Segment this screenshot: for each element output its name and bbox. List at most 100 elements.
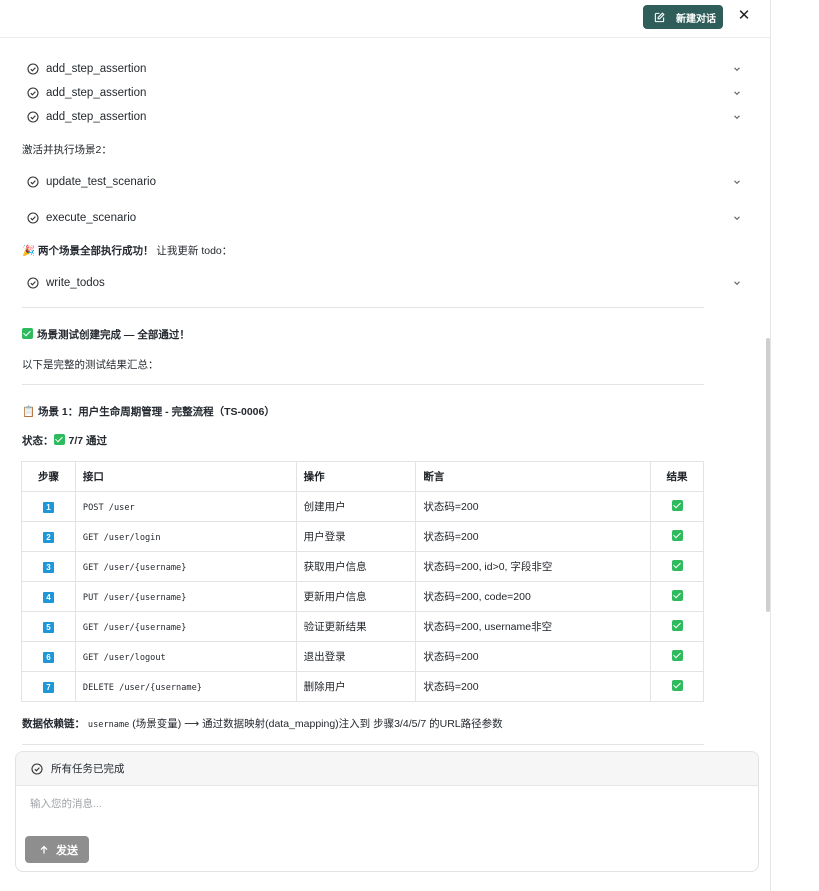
operation: 更新用户信息	[295, 581, 417, 612]
table-row: 7 DELETE /user/{username} 删除用户 状态码=200	[21, 671, 704, 702]
step-number-badge: 7	[42, 681, 54, 693]
summary-intro: 以下是完整的测试结果汇总：	[22, 359, 159, 371]
scenario-status: 状态： 7/7 通过	[22, 433, 107, 448]
check-circle-icon	[27, 212, 39, 224]
dep-text: (场景变量) ⟶ 通过数据映射(data_mapping)注入到 步骤3/4/5…	[132, 718, 503, 730]
table-row: 2 GET /user/login 用户登录 状态码=200	[21, 521, 704, 552]
top-bar: 新建对话 ✕	[0, 0, 770, 38]
check-box-icon	[671, 560, 683, 571]
check-box-icon	[671, 500, 683, 511]
assertion: 状态码=200	[415, 491, 652, 522]
send-button[interactable]: 发送	[25, 836, 89, 863]
api-path: DELETE /user/{username}	[82, 682, 202, 693]
operation: 删除用户	[295, 671, 417, 702]
check-box-icon	[22, 328, 33, 339]
composer: 所有任务已完成 发送	[15, 751, 759, 872]
assertion: 状态码=200	[415, 641, 652, 672]
step-number-badge: 5	[42, 621, 54, 633]
success-bold: 两个场景全部执行成功！	[38, 245, 154, 257]
check-box-icon	[671, 650, 683, 661]
divider	[22, 744, 704, 745]
success-message: 🎉 两个场景全部执行成功！ 让我更新 todo：	[22, 243, 232, 258]
divider	[22, 384, 704, 385]
tool-name: execute_scenario	[46, 212, 137, 224]
operation: 用户登录	[295, 521, 417, 552]
table-row: 3 GET /user/{username} 获取用户信息 状态码=200, i…	[21, 551, 704, 582]
check-circle-icon	[27, 176, 39, 188]
operation: 创建用户	[295, 491, 417, 522]
tool-call-row[interactable]: write_todos	[27, 274, 747, 292]
complete-title: 场景测试创建完成 — 全部通过！	[22, 327, 190, 342]
operation: 获取用户信息	[295, 551, 417, 582]
assertion: 状态码=200	[415, 671, 652, 702]
check-circle-icon	[27, 111, 39, 123]
check-circle-icon	[27, 63, 39, 75]
assertion: 状态码=200, username非空	[415, 611, 652, 642]
assertion: 状态码=200, code=200	[415, 581, 652, 612]
table-row: 4 PUT /user/{username} 更新用户信息 状态码=200, c…	[21, 581, 704, 612]
check-box-icon	[53, 434, 65, 445]
check-circle-icon	[27, 87, 39, 99]
step-number-badge: 4	[42, 591, 54, 603]
table-row: 5 GET /user/{username} 验证更新结果 状态码=200, u…	[21, 611, 704, 642]
activate-text: 激活并执行场景2：	[22, 144, 112, 156]
chevron-down-icon[interactable]	[732, 112, 742, 122]
tool-name: write_todos	[46, 277, 105, 289]
operation: 退出登录	[295, 641, 417, 672]
chevron-down-icon[interactable]	[732, 213, 742, 223]
dependency-chain: 数据依赖链： username (场景变量) ⟶ 通过数据映射(data_map…	[22, 716, 503, 731]
check-box-icon	[671, 620, 683, 631]
check-box-icon	[671, 680, 683, 691]
divider	[22, 307, 704, 308]
chevron-down-icon[interactable]	[732, 64, 742, 74]
scrollbar-thumb[interactable]	[766, 338, 770, 612]
operation: 验证更新结果	[295, 611, 417, 642]
col-assert: 断言	[415, 461, 652, 492]
send-label: 发送	[56, 844, 78, 857]
clipboard-emoji: 📋	[22, 406, 36, 418]
check-circle-icon	[27, 277, 39, 289]
table-header-row: 步骤 接口 操作 断言 结果	[21, 461, 704, 492]
status-label: 状态：	[22, 435, 54, 447]
api-path: GET /user/{username}	[82, 562, 187, 573]
step-number-badge: 2	[42, 531, 54, 543]
chevron-down-icon[interactable]	[732, 88, 742, 98]
edit-icon	[654, 11, 665, 22]
task-status-bar: 所有任务已完成	[16, 752, 758, 786]
new-chat-button[interactable]: 新建对话	[643, 5, 723, 29]
dep-code: username	[87, 720, 130, 730]
new-chat-label: 新建对话	[676, 13, 716, 25]
tool-name: update_test_scenario	[46, 176, 156, 188]
assertion: 状态码=200, id>0, 字段非空	[415, 551, 652, 582]
tool-call-row[interactable]: add_step_assertion	[27, 60, 747, 78]
col-api: 接口	[74, 461, 297, 492]
tool-name: add_step_assertion	[46, 111, 147, 123]
status-value: 7/7 通过	[68, 435, 108, 447]
tool-call-row[interactable]: update_test_scenario	[27, 173, 747, 191]
check-circle-icon	[31, 762, 43, 775]
api-path: POST /user	[82, 502, 135, 513]
chevron-down-icon[interactable]	[732, 177, 742, 187]
close-icon[interactable]: ✕	[737, 8, 751, 24]
chat-panel: 新建对话 ✕ add_step_assertion add_step_asser…	[0, 0, 771, 891]
api-path: PUT /user/{username}	[82, 592, 187, 603]
tool-call-row[interactable]: add_step_assertion	[27, 108, 747, 126]
col-step: 步骤	[21, 461, 76, 492]
api-path: GET /user/login	[82, 532, 161, 543]
tool-call-row[interactable]: add_step_assertion	[27, 84, 747, 102]
api-path: GET /user/logout	[82, 652, 166, 663]
arrow-up-icon	[40, 845, 48, 853]
col-result: 结果	[650, 461, 704, 492]
party-emoji: 🎉	[22, 245, 36, 257]
step-number-badge: 6	[42, 651, 54, 663]
tool-name: add_step_assertion	[46, 63, 147, 75]
check-box-icon	[671, 590, 683, 601]
api-path: GET /user/{username}	[82, 622, 187, 633]
tool-call-row[interactable]: execute_scenario	[27, 209, 747, 227]
dep-label: 数据依赖链：	[22, 718, 85, 730]
tool-name: add_step_assertion	[46, 87, 147, 99]
chevron-down-icon[interactable]	[732, 278, 742, 288]
step-number-badge: 3	[42, 561, 54, 573]
message-input[interactable]	[30, 798, 730, 810]
table-row: 6 GET /user/logout 退出登录 状态码=200	[21, 641, 704, 672]
